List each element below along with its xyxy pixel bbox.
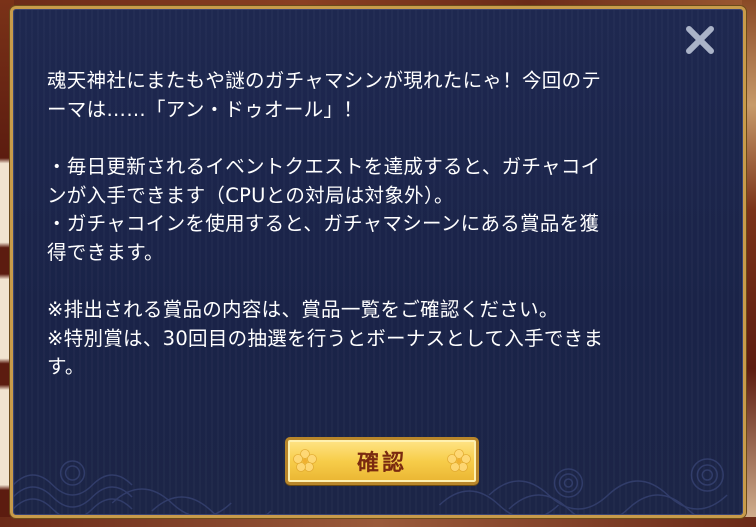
message-line: ・ガチャコインを使用すると、ガチャマシーンにある賞品を獲: [47, 212, 600, 235]
message-line: ンが入手できます（CPUとの対局は対象外）。: [47, 183, 454, 207]
confirm-button-label: 確認: [356, 450, 407, 476]
message-line: 魂天神社にまたもや謎のガチャマシンが現れたにゃ！今回のテ: [47, 69, 602, 92]
dialog-message: 魂天神社にまたもや謎のガチャマシンが現れたにゃ！今回のテ ーマは……「アン・ドゥ…: [47, 67, 723, 382]
message-line: ーマは……「アン・ドゥオール」！: [47, 97, 364, 121]
message-line: す。: [47, 355, 85, 378]
message-line: ・毎日更新されるイベントクエストを達成すると、ガチャコイ: [47, 155, 601, 178]
message-line: 得できます。: [47, 240, 164, 264]
background-bottom-edge: [0, 517, 756, 527]
sakura-flower-icon: [447, 449, 471, 472]
message-line: ※排出される賞品の内容は、賞品一覧をご確認ください。: [47, 298, 559, 321]
confirm-button[interactable]: 確認: [285, 437, 479, 485]
sakura-flower-icon: [293, 449, 317, 472]
event-info-dialog: 魂天神社にまたもや謎のガチャマシンが現れたにゃ！今回のテ ーマは……「アン・ドゥ…: [10, 6, 746, 518]
close-icon[interactable]: [683, 23, 717, 57]
message-line: ※特別賞は、30回目の抽選を行うとボーナスとして入手できま: [47, 326, 604, 350]
